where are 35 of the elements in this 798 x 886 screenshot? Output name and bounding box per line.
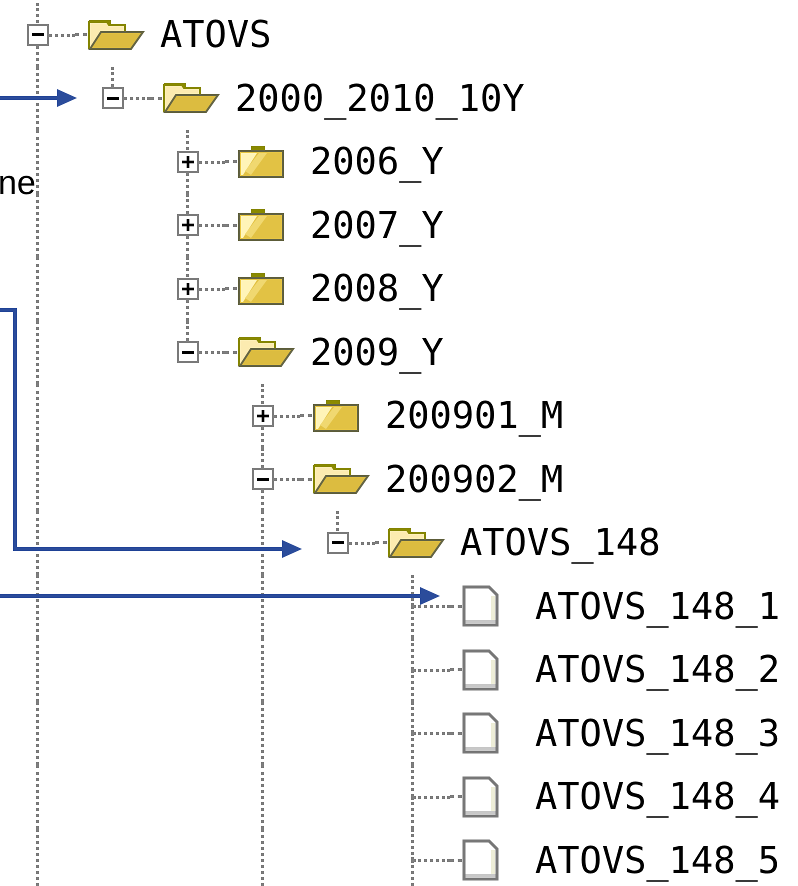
plus-icon [182,156,194,168]
folder-icon [312,398,360,433]
node-label[interactable]: ATOVS_148_4 [535,778,780,816]
plus-icon [182,282,194,295]
plus-icon [257,410,269,422]
open-folder-icon [87,18,145,52]
node-label[interactable]: ATOVS_148 [460,524,660,562]
collapse-button[interactable] [177,341,199,364]
collapse-button[interactable] [102,87,124,110]
folder-icon [237,208,285,242]
expand-button[interactable] [177,278,199,300]
minus-icon [332,541,344,544]
note-text: ne [0,166,36,200]
node-label[interactable]: 2006_Y [310,143,444,180]
minus-icon [182,350,194,354]
open-folder-icon [387,526,445,560]
folder-icon [237,144,285,179]
minus-icon [257,478,269,481]
collapse-button[interactable] [327,532,349,554]
node-label[interactable]: 200901_M [385,397,564,434]
expand-button[interactable] [252,404,274,427]
open-folder-icon [312,462,370,496]
open-folder-icon [237,335,295,370]
open-folder-icon [162,81,220,116]
plus-icon [182,219,194,232]
collapse-button[interactable] [252,468,274,490]
minus-icon [107,96,119,100]
node-label[interactable]: 2008_Y [310,270,444,308]
node-label[interactable]: ATOVS [160,16,272,54]
folder-icon [237,272,285,306]
collapse-button[interactable] [27,24,49,46]
expand-button[interactable] [177,214,199,236]
expand-button[interactable] [177,150,199,173]
minus-icon [32,33,44,36]
node-label[interactable]: ATOVS_148_2 [535,651,780,688]
